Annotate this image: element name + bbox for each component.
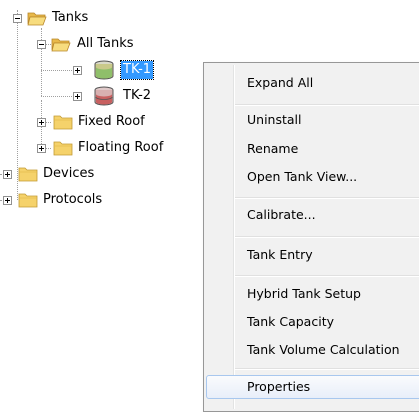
menu-item-label: Uninstall [247, 112, 302, 127]
collapse-icon[interactable] [37, 40, 46, 49]
expand-icon[interactable] [73, 92, 82, 101]
tree-node-tk2[interactable]: TK-2 [0, 84, 200, 108]
menu-item-hybrid-tank-setup[interactable]: Hybrid Tank Setup [206, 282, 419, 306]
menu-item-tank-volume-calculation[interactable]: Tank Volume Calculation [206, 338, 419, 362]
tree-node-floating-roof[interactable]: Floating Roof [0, 136, 200, 160]
tree-node-label: TK-2 [123, 88, 152, 103]
tree-node-label: TK-1 [119, 60, 155, 80]
tree-node-label: Devices [43, 166, 95, 181]
menu-item-label: Rename [247, 141, 299, 156]
tree-node-all-tanks[interactable]: All Tanks [0, 32, 200, 56]
menu-item-label: Open Tank View... [247, 169, 358, 184]
menu-separator [235, 197, 419, 199]
folder-open-icon [27, 12, 47, 26]
expand-icon[interactable] [3, 170, 12, 179]
tank-icon [94, 60, 114, 80]
folder-icon [53, 141, 73, 156]
collapse-icon[interactable] [13, 14, 22, 23]
folder-icon [18, 193, 38, 208]
tree-node-label: All Tanks [77, 36, 134, 51]
menu-item-calibrate[interactable]: Calibrate... [206, 203, 419, 227]
menu-item-properties[interactable]: Properties [206, 375, 419, 399]
context-menu: Expand All Uninstall Rename Open Tank Vi… [203, 62, 419, 412]
folder-icon [18, 167, 38, 182]
tank-icon [94, 86, 114, 106]
menu-item-rename[interactable]: Rename [206, 137, 419, 161]
menu-item-tank-capacity[interactable]: Tank Capacity [206, 310, 419, 334]
expand-icon[interactable] [3, 196, 12, 205]
menu-item-open-tank-view[interactable]: Open Tank View... [206, 165, 419, 189]
menu-item-label: Tank Volume Calculation [247, 342, 400, 357]
tree-node-label: Tanks [52, 10, 89, 25]
tree-node-protocols[interactable]: Protocols [0, 188, 200, 212]
menu-item-label: Expand All [247, 75, 314, 90]
expand-icon[interactable] [73, 66, 82, 75]
expand-icon[interactable] [37, 118, 46, 127]
tree-node-tanks[interactable]: Tanks [0, 6, 200, 30]
menu-item-expand-all[interactable]: Expand All [206, 71, 419, 95]
menu-separator [235, 368, 419, 370]
expand-icon[interactable] [37, 144, 46, 153]
menu-item-label: Tank Capacity [247, 314, 334, 329]
menu-separator [235, 275, 419, 277]
menu-separator [235, 236, 419, 238]
menu-item-label: Calibrate... [247, 207, 316, 222]
tree-node-devices[interactable]: Devices [0, 162, 200, 186]
menu-item-label: Tank Entry [247, 247, 313, 262]
folder-open-icon [51, 38, 71, 52]
tree-node-tk1[interactable]: TK-1 [0, 58, 200, 82]
tree-node-label: Protocols [43, 192, 103, 207]
tree-node-label: Floating Roof [78, 140, 164, 155]
folder-icon [53, 115, 73, 130]
tree-node-label: Fixed Roof [78, 114, 145, 129]
menu-item-label: Properties [247, 379, 311, 394]
menu-item-tank-entry[interactable]: Tank Entry [206, 243, 419, 267]
menu-item-label: Hybrid Tank Setup [247, 286, 361, 301]
menu-separator [235, 104, 419, 106]
tree-node-fixed-roof[interactable]: Fixed Roof [0, 110, 200, 134]
menu-item-uninstall[interactable]: Uninstall [206, 108, 419, 132]
